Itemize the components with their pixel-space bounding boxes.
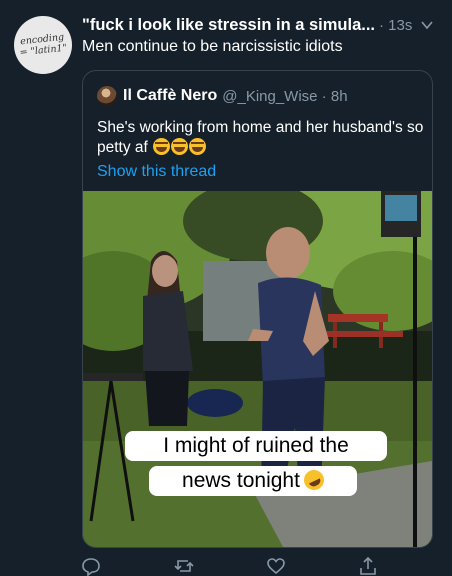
share-icon[interactable] <box>358 556 378 576</box>
chevron-down-icon[interactable] <box>420 18 434 32</box>
avatar-text: encoding = "latin1" <box>19 31 68 59</box>
quoted-avatar <box>97 86 117 106</box>
quoted-tweet[interactable]: Il Caffè Nero @_King_Wise · 8h She's wor… <box>82 70 433 548</box>
like-icon[interactable] <box>266 556 286 576</box>
quoted-text-block: She's working from home and her husband'… <box>97 118 427 158</box>
tweet-actions <box>81 553 428 576</box>
video-caption-line-1: I might of ruined the <box>125 431 387 461</box>
video-caption-line-2: news tonight <box>149 466 357 496</box>
tears-of-joy-emoji <box>189 138 207 155</box>
author-name[interactable]: "fuck i look like stressin in a simula..… <box>82 16 375 35</box>
avatar[interactable]: encoding = "latin1" <box>14 16 72 74</box>
timestamp[interactable]: · 13s <box>379 17 412 34</box>
tweet-text: Men continue to be narcissistic idiots <box>82 38 343 55</box>
quoted-text: She's working from home and her husband'… <box>97 119 424 156</box>
video-caption-line-2-text: news tonight <box>182 469 300 492</box>
quoted-author-name: Il Caffè Nero <box>123 87 218 104</box>
tears-of-joy-emoji <box>171 138 189 155</box>
quoted-handle: @_King_Wise · 8h <box>222 87 348 105</box>
video-thumbnail[interactable]: I might of ruined the news tonight <box>83 191 432 547</box>
show-thread-link[interactable]: Show this thread <box>97 163 216 181</box>
quoted-tweet-header: Il Caffè Nero @_King_Wise · 8h <box>97 85 348 107</box>
reply-icon[interactable] <box>81 556 101 576</box>
rolling-on-floor-laughing-emoji <box>300 466 328 494</box>
retweet-icon[interactable] <box>174 556 194 576</box>
tears-of-joy-emoji <box>153 138 171 155</box>
tweet-header: "fuck i look like stressin in a simula..… <box>82 14 442 36</box>
